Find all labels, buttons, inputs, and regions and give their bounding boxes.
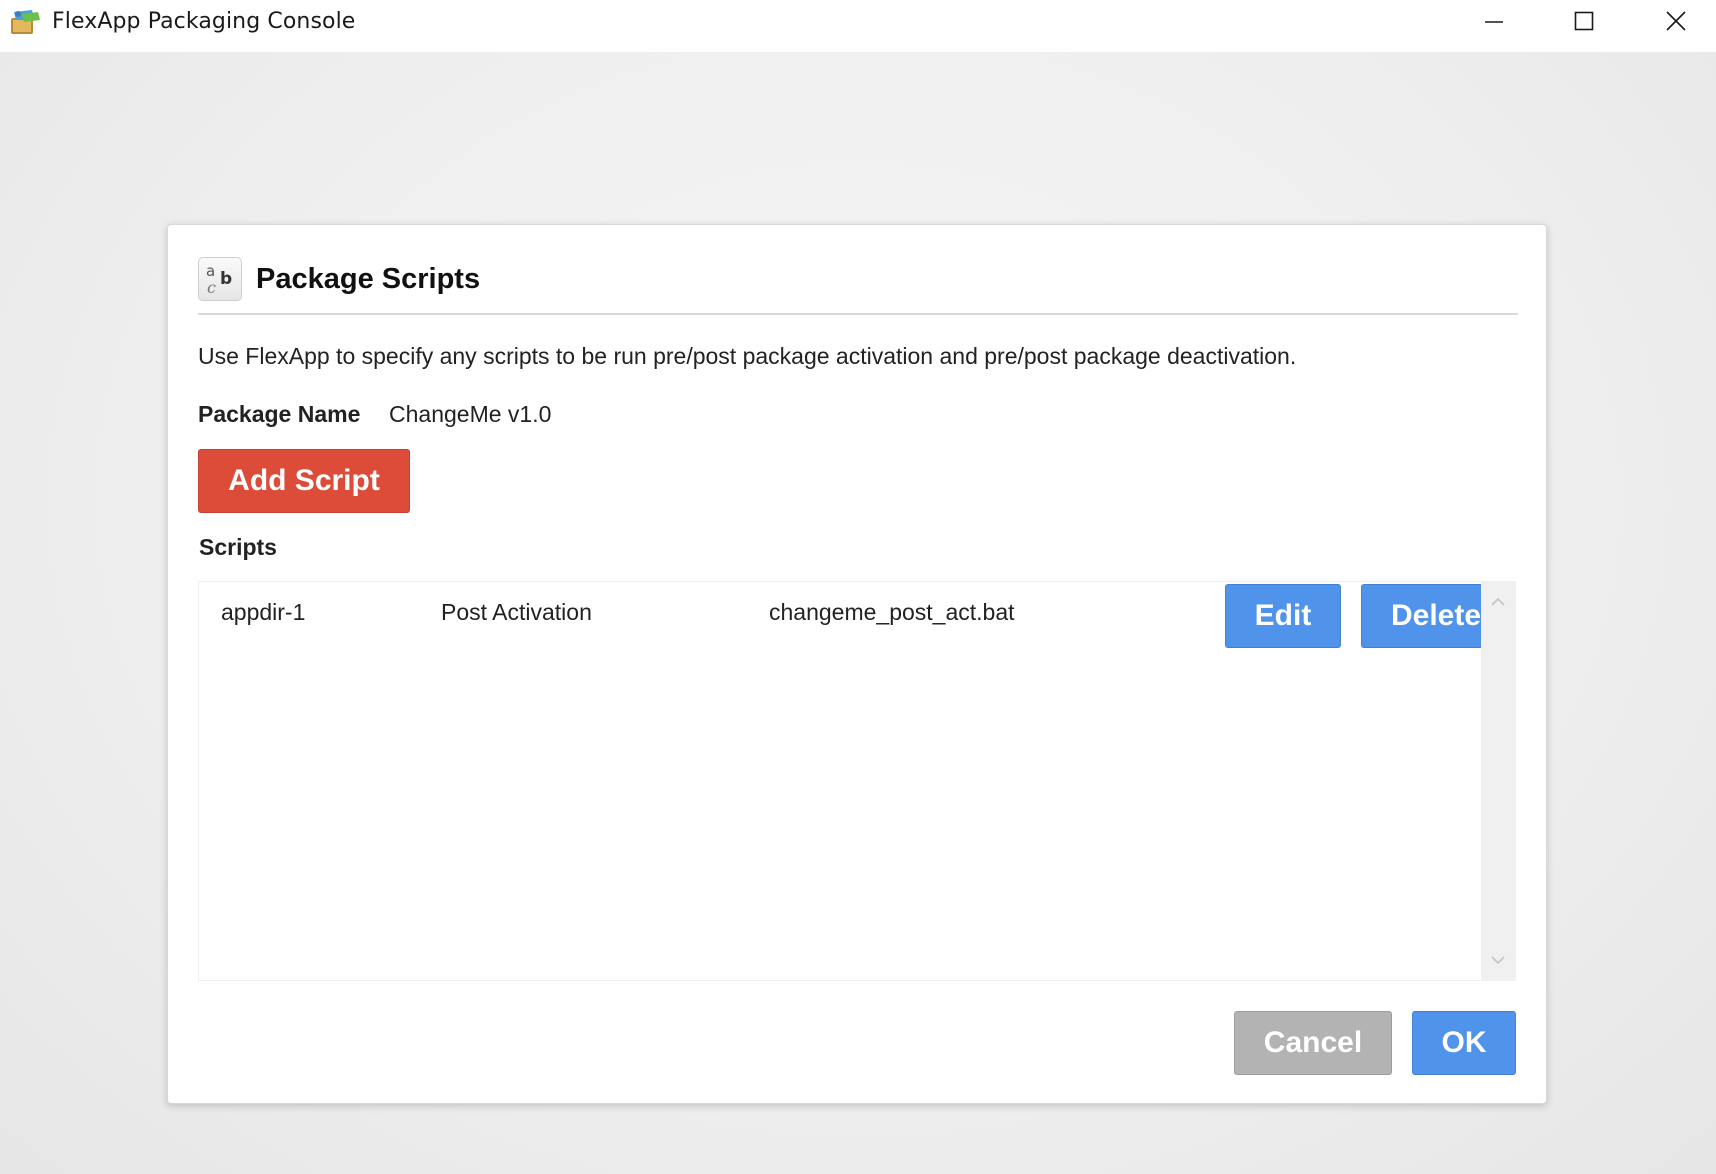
scripts-label: Scripts [199,534,277,560]
script-name: appdir-1 [221,599,306,625]
svg-text:c: c [207,278,216,297]
scripts-list: appdir-1 Post Activation changeme_post_a… [198,581,1516,981]
script-file: changeme_post_act.bat [769,599,1015,625]
package-name-value: ChangeMe v1.0 [389,401,552,427]
svg-text:b: b [220,269,232,289]
title-bar: FlexApp Packaging Console [0,0,1716,52]
package-name-label: Package Name [198,401,361,427]
add-script-button[interactable]: Add Script [198,449,410,513]
edit-button[interactable]: Edit [1225,584,1341,648]
chevron-down-icon [1491,956,1505,965]
minimize-button[interactable] [1448,0,1540,42]
dialog-header: a b c Package Scripts [198,257,1518,315]
minimize-icon [1485,21,1503,23]
close-button[interactable] [1630,0,1716,42]
text-abc-icon: a b c [198,257,242,301]
list-item[interactable]: appdir-1 Post Activation changeme_post_a… [199,582,1511,650]
scroll-up-button[interactable] [1481,586,1515,618]
maximize-icon [1574,11,1594,31]
scripts-list-body: appdir-1 Post Activation changeme_post_a… [199,582,1511,980]
maximize-button[interactable] [1538,0,1630,42]
client-area: a b c Package Scripts Use FlexApp to spe… [0,52,1716,1174]
ok-button[interactable]: OK [1412,1011,1516,1075]
scroll-down-button[interactable] [1481,944,1515,976]
cancel-button[interactable]: Cancel [1234,1011,1392,1075]
script-type: Post Activation [441,599,592,625]
package-scripts-dialog: a b c Package Scripts Use FlexApp to spe… [167,224,1547,1104]
dialog-description: Use FlexApp to specify any scripts to be… [198,343,1297,369]
vertical-scrollbar[interactable] [1481,582,1515,980]
dialog-title: Package Scripts [256,263,481,295]
window-title: FlexApp Packaging Console [52,9,356,34]
flexapp-icon [8,8,44,38]
close-icon [1666,11,1686,31]
chevron-up-icon [1491,597,1505,606]
